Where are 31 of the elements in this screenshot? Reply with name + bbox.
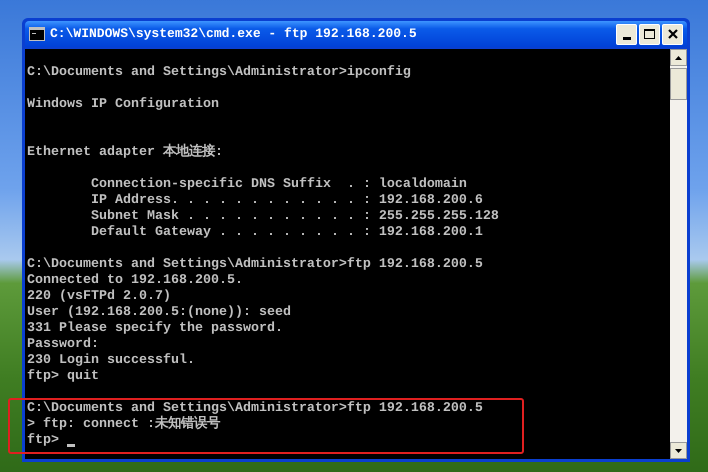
console-line: Connection-specific DNS Suffix . : localdomain — [91, 177, 467, 193]
console-line: Ethernet adapter 本地连接: — [27, 145, 223, 161]
scroll-thumb[interactable] — [670, 68, 687, 100]
minimize-icon — [622, 36, 630, 40]
scroll-down-button[interactable] — [670, 442, 687, 459]
maximize-icon — [644, 29, 655, 39]
console-line: 230 Login successful. — [27, 353, 195, 369]
console-line: 220 (vsFTPd 2.0.7) — [27, 289, 171, 305]
scroll-up-button[interactable] — [670, 49, 687, 66]
console-line: Subnet Mask . . . . . . . . . . . : 255.255.255.128 — [91, 209, 499, 225]
close-icon — [668, 29, 678, 39]
console-line: User (192.168.200.5:(none)): seed — [27, 305, 291, 321]
console-line: > ftp: connect :未知错误号 — [27, 417, 220, 433]
up-arrow-icon — [675, 56, 682, 60]
console-line: ftp> — [27, 433, 59, 449]
down-arrow-icon — [675, 448, 682, 452]
console-line: IP Address. . . . . . . . . . . . : 192.168.200.6 — [91, 193, 483, 209]
console-line: Windows IP Configuration — [27, 97, 219, 113]
minimize-button[interactable] — [616, 24, 637, 44]
console-line: C:\Documents and Settings\Administrator>ipconfig — [27, 65, 411, 81]
console-line: Password: — [27, 337, 99, 353]
console-line: ftp> quit — [27, 369, 99, 385]
console-line: C:\Documents and Settings\Administrator>ftp 192.168.200.5 — [27, 257, 483, 273]
console-icon — [29, 27, 45, 41]
close-button[interactable] — [662, 24, 683, 44]
console-line: C:\Documents and Settings\Administrator>ftp 192.168.200.5 — [27, 401, 483, 416]
console-line: 331 Please specify the password. — [27, 321, 283, 337]
console-line: Default Gateway . . . . . . . . . : 192.168.200.1 — [91, 225, 483, 241]
console-line: Connected to 192.168.200.5. — [27, 273, 243, 289]
window-title: C:\WINDOWS\system32\cmd.exe - ftp 192.168.200.5 — [50, 25, 417, 44]
maximize-button[interactable] — [639, 24, 660, 44]
